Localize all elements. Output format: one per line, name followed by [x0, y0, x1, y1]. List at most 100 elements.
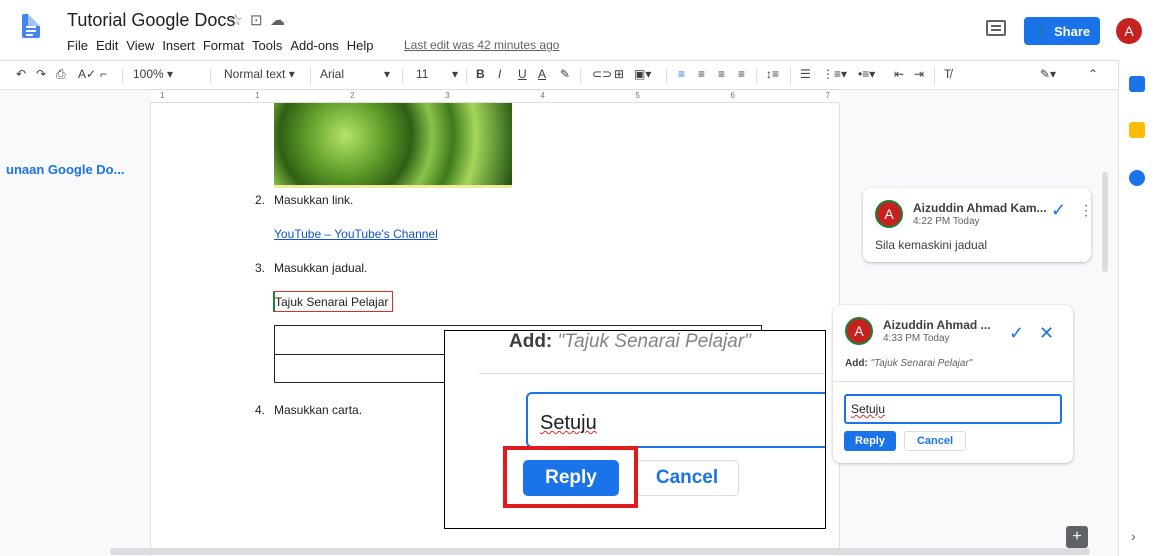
toolbar-divider	[756, 68, 757, 84]
line-spacing-icon[interactable]: ↕≡	[766, 67, 779, 81]
numbered-list-icon[interactable]: ⋮≡▾	[822, 67, 847, 81]
bold-icon[interactable]: B	[476, 67, 485, 81]
add-comment-icon[interactable]: ⊞	[614, 67, 624, 81]
ruler-mark: 5	[635, 91, 640, 100]
person-icon: 👤	[1033, 23, 1051, 38]
editing-mode-icon[interactable]: ✎▾	[1040, 67, 1056, 81]
font-size-select[interactable]: 11	[416, 67, 428, 81]
insert-image-icon[interactable]: ▣▾	[634, 67, 651, 81]
apple-image[interactable]	[274, 103, 512, 188]
share-button[interactable]: 👤 Share	[1024, 17, 1100, 45]
formatting-toolbar: ↶ ↷ ⎙ A✓ ⌐ 100% ▾ Normal text ▾ Arial ▾ …	[0, 60, 1118, 90]
list-item-text: Masukkan link.	[274, 193, 354, 207]
vertical-scrollbar[interactable]	[1102, 172, 1108, 272]
spellcheck-icon[interactable]: A✓	[78, 67, 96, 81]
resolve-check-icon[interactable]: ✓	[1009, 323, 1024, 344]
ruler-mark: 1	[160, 91, 165, 100]
ruler[interactable]: 1 1 2 3 4 5 6 7	[150, 91, 840, 103]
menu-bar: File Edit View Insert Format Tools Add-o…	[67, 38, 374, 53]
resolve-check-icon[interactable]: ✓	[1051, 200, 1066, 221]
insert-link-icon[interactable]: ⊂⊃	[592, 67, 612, 81]
comment-time: 4:33 PM Today	[883, 333, 950, 344]
underline-icon[interactable]: U	[518, 67, 527, 81]
comment-avatar: A	[875, 200, 903, 228]
toolbar-divider	[310, 68, 311, 84]
more-options-icon[interactable]: ⋮	[1079, 202, 1093, 219]
share-label: Share	[1054, 23, 1091, 39]
keep-icon[interactable]	[1129, 122, 1145, 138]
bulleted-list-icon[interactable]: •≡▾	[858, 67, 875, 81]
move-folder-icon[interactable]: ⊡	[250, 11, 263, 29]
list-number: 3.	[255, 261, 266, 275]
docs-logo-icon[interactable]	[22, 14, 40, 38]
divider	[479, 373, 825, 374]
undo-icon[interactable]: ↶	[16, 67, 26, 81]
zoom-reply-input[interactable]: Setuju	[526, 392, 825, 448]
menu-help[interactable]: Help	[347, 38, 374, 53]
menu-edit[interactable]: Edit	[96, 38, 118, 53]
style-select[interactable]: Normal text ▾	[224, 67, 295, 81]
horizontal-scrollbar[interactable]	[110, 548, 1090, 555]
table-title-text[interactable]: Tajuk Senarai Pelajar	[275, 295, 388, 309]
reply-button[interactable]: Reply	[844, 431, 896, 451]
menu-tools[interactable]: Tools	[252, 38, 282, 53]
comment-card[interactable]: A Aizuddin Ahmad Kam... 4:22 PM Today ✓ …	[863, 188, 1093, 262]
reply-input-value: Setuju	[851, 402, 886, 416]
active-comment-card[interactable]: A Aizuddin Ahmad ... 4:33 PM Today ✓ ✕ A…	[833, 305, 1073, 463]
divider	[833, 381, 1073, 382]
comment-author: Aizuddin Ahmad Kam...	[913, 201, 1047, 215]
list-number: 4.	[255, 403, 266, 417]
menu-view[interactable]: View	[126, 38, 154, 53]
last-edit-link[interactable]: Last edit was 42 minutes ago	[404, 38, 559, 52]
redo-icon[interactable]: ↷	[36, 67, 46, 81]
ruler-mark: 2	[350, 91, 355, 100]
paint-format-icon[interactable]: ⌐	[100, 67, 107, 81]
reply-highlight-box	[503, 446, 638, 508]
expand-panel-icon[interactable]: ›	[1131, 528, 1136, 544]
reply-input[interactable]: Setuju	[844, 394, 1062, 424]
collapse-menus-icon[interactable]: ⌃	[1088, 67, 1098, 81]
youtube-link[interactable]: YouTube – YouTube's Channel	[274, 227, 438, 241]
cancel-button[interactable]: Cancel	[904, 431, 966, 451]
font-select[interactable]: Arial	[320, 67, 344, 81]
highlight-color-icon[interactable]: ✎	[560, 67, 570, 81]
close-icon[interactable]: ✕	[1039, 323, 1054, 344]
comment-author: Aizuddin Ahmad ...	[883, 318, 991, 332]
align-right-icon[interactable]: ≡	[718, 67, 725, 81]
decrease-indent-icon[interactable]: ⇤	[894, 67, 904, 81]
italic-icon[interactable]: I	[498, 67, 501, 81]
align-left-icon[interactable]: ≡	[678, 67, 685, 81]
comment-add-label: Add: "Tajuk Senarai Pelajar"	[845, 358, 972, 369]
ruler-mark: 7	[825, 91, 830, 100]
menu-insert[interactable]: Insert	[162, 38, 195, 53]
outline-item[interactable]: unaan Google Do...	[6, 162, 124, 177]
toolbar-divider	[402, 68, 403, 84]
ruler-mark: 4	[540, 91, 545, 100]
calendar-icon[interactable]	[1129, 76, 1145, 92]
text-color-icon[interactable]: A	[538, 67, 546, 81]
zoom-select[interactable]: 100% ▾	[133, 67, 173, 81]
list-item-text: Masukkan carta.	[274, 403, 363, 417]
cloud-status-icon[interactable]: ☁	[270, 11, 285, 29]
toolbar-divider	[790, 68, 791, 84]
increase-indent-icon[interactable]: ⇥	[914, 67, 924, 81]
account-avatar[interactable]: A	[1116, 18, 1142, 44]
menu-addons[interactable]: Add-ons	[290, 38, 338, 53]
ruler-mark: 1	[255, 91, 260, 100]
menu-format[interactable]: Format	[203, 38, 244, 53]
comment-history-icon[interactable]	[986, 20, 1006, 36]
document-title[interactable]: Tutorial Google Docs	[67, 10, 235, 31]
justify-icon[interactable]: ≡	[738, 67, 745, 81]
tasks-icon[interactable]	[1129, 170, 1145, 186]
add-comment-button[interactable]: +	[1066, 526, 1088, 548]
print-icon[interactable]: ⎙	[56, 67, 66, 82]
font-dropdown-icon[interactable]: ▾	[384, 67, 390, 81]
zoom-add-label: Add: "Tajuk Senarai Pelajar"	[509, 331, 751, 352]
font-size-dropdown-icon[interactable]: ▾	[452, 67, 458, 81]
menu-file[interactable]: File	[67, 38, 88, 53]
clear-formatting-icon[interactable]: T̸	[944, 67, 951, 81]
zoom-cancel-button[interactable]: Cancel	[635, 460, 739, 496]
align-center-icon[interactable]: ≡	[698, 67, 705, 81]
checklist-icon[interactable]: ☰	[800, 67, 811, 81]
star-icon[interactable]: ☆	[229, 11, 242, 29]
